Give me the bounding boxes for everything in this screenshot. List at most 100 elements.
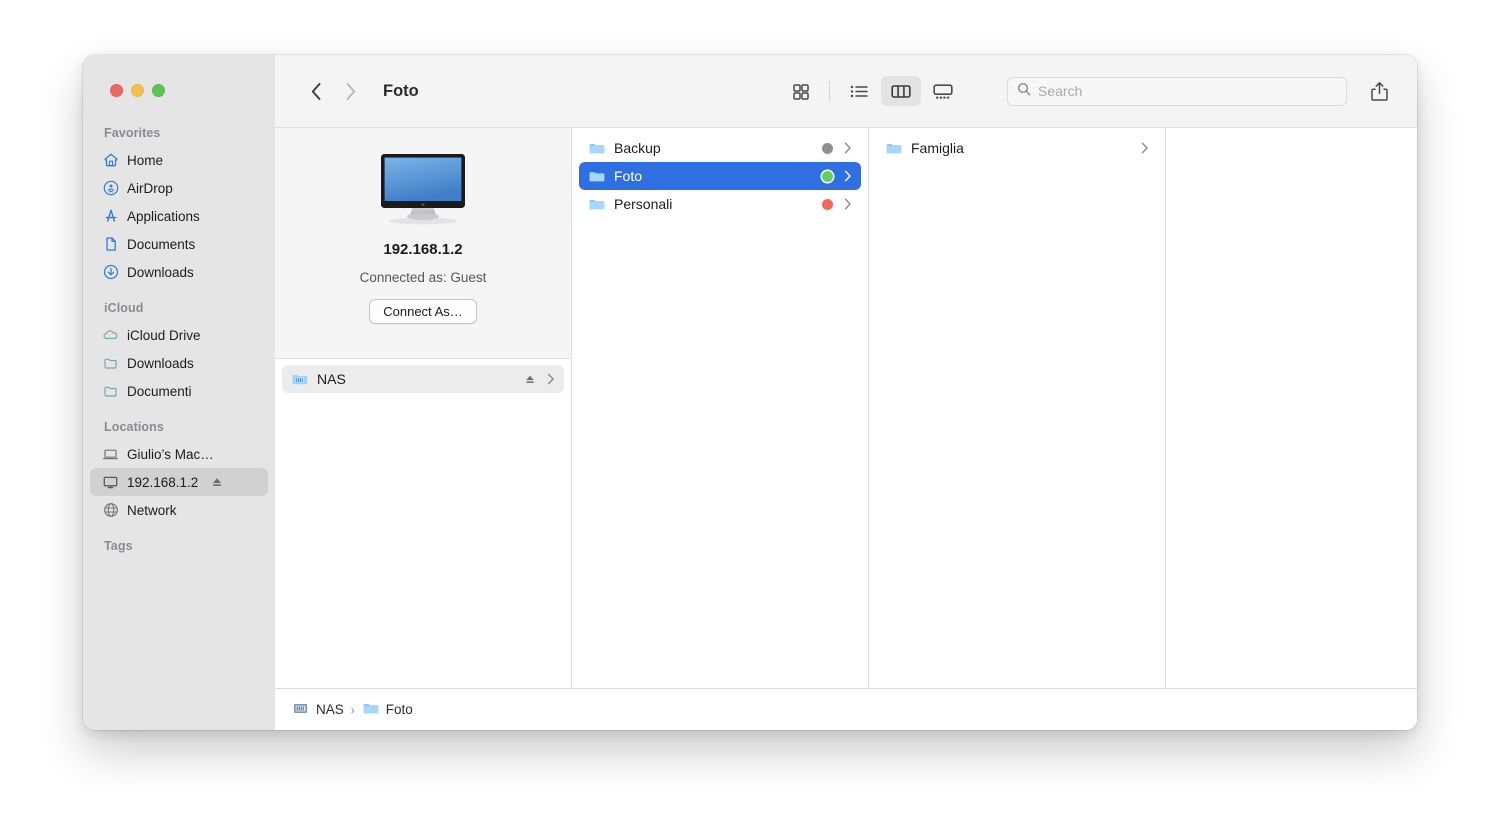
sidebar-group-tags: Tags (104, 539, 133, 553)
sidebar-item-label: Downloads (127, 264, 194, 280)
download-icon (102, 264, 119, 281)
back-button[interactable] (299, 76, 333, 106)
share-button[interactable] (1361, 76, 1397, 106)
sidebar-item-label: 192.168.1.2 (127, 474, 199, 490)
sidebar-item-icloud-documenti[interactable]: Documenti (90, 377, 268, 405)
sidebar-item-label: Applications (127, 208, 200, 224)
sidebar-item-giulios-mac[interactable]: Giulio’s Mac… (90, 440, 268, 468)
tag-dot (822, 170, 833, 182)
close-button[interactable] (110, 84, 123, 97)
folder-icon (588, 196, 605, 213)
sidebar: Favorites Home AirDrop Applications Docu… (83, 55, 275, 730)
pathbar-segment-foto[interactable]: Foto (362, 700, 413, 720)
eject-icon[interactable] (524, 373, 536, 385)
column-server: 192.168.1.2 Connected as: Guest Connect … (275, 128, 572, 688)
folder-label: Backup (614, 140, 661, 156)
house-icon (102, 152, 119, 169)
folder-row-foto[interactable]: Foto (579, 162, 861, 190)
folder-icon (588, 168, 605, 185)
chevron-right-icon (842, 142, 853, 154)
folder-icon (102, 383, 119, 400)
page-title: Foto (383, 81, 419, 100)
column-foto-contents: Famiglia (869, 128, 1166, 688)
sidebar-group-locations: Locations (104, 420, 164, 434)
sidebar-item-label: Network (127, 502, 177, 518)
sidebar-item-label: iCloud Drive (127, 327, 201, 343)
eject-icon[interactable] (211, 476, 223, 488)
column-nas-contents: Backup Foto Personali (572, 128, 869, 688)
sidebar-item-label: Documents (127, 236, 196, 252)
sidebar-item-applications[interactable]: Applications (90, 202, 268, 230)
column-browser: 192.168.1.2 Connected as: Guest Connect … (275, 128, 1417, 688)
search-input[interactable] (1038, 83, 1337, 99)
volume-label: NAS (317, 371, 346, 387)
sidebar-item-network[interactable]: Network (90, 496, 268, 524)
sidebar-group-favorites: Favorites (104, 126, 161, 140)
column-view-button[interactable] (881, 76, 921, 106)
list-view-button[interactable] (839, 76, 879, 106)
volume-row-nas[interactable]: NAS (282, 365, 564, 393)
display-icon (102, 474, 119, 491)
laptop-icon (102, 446, 119, 463)
sidebar-item-label: Documenti (127, 383, 192, 399)
chevron-right-icon (842, 170, 853, 182)
sidebar-item-192-168-1-2[interactable]: 192.168.1.2 (90, 468, 268, 496)
traffic-lights (110, 84, 165, 97)
nas-folder-icon (291, 371, 308, 388)
folder-icon (885, 140, 902, 157)
sidebar-item-home[interactable]: Home (90, 146, 268, 174)
toolbar-divider (829, 81, 830, 101)
tag-dot (822, 198, 833, 210)
sidebar-item-airdrop[interactable]: AirDrop (90, 174, 268, 202)
sidebar-group-icloud: iCloud (104, 301, 144, 315)
pathbar-separator: › (350, 702, 355, 717)
sidebar-item-documents[interactable]: Documents (90, 230, 268, 258)
server-preview: 192.168.1.2 Connected as: Guest Connect … (275, 128, 571, 359)
content-area: Foto Search 192.168.1.2 Connected as: Gu… (275, 55, 1417, 730)
chevron-right-icon (1139, 142, 1150, 154)
folder-row-personali[interactable]: Personali (579, 190, 861, 218)
sidebar-item-label: AirDrop (127, 180, 173, 196)
sidebar-item-label: Downloads (127, 355, 194, 371)
server-name: 192.168.1.2 (383, 241, 463, 258)
sidebar-item-icloud-drive[interactable]: iCloud Drive (90, 321, 268, 349)
applications-icon (102, 208, 119, 225)
maximize-button[interactable] (152, 84, 165, 97)
tag-dot (822, 142, 833, 154)
connection-status: Connected as: Guest (359, 270, 487, 285)
chevron-right-icon (842, 198, 853, 210)
nas-drive-icon (292, 700, 309, 720)
connect-as-button[interactable]: Connect As… (369, 299, 477, 324)
folder-label: Personali (614, 196, 673, 212)
sidebar-item-icloud-downloads[interactable]: Downloads (90, 349, 268, 377)
sidebar-item-label: Home (127, 152, 164, 168)
pathbar-label: Foto (385, 702, 413, 717)
search-icon (1017, 82, 1031, 101)
search-field[interactable] (1007, 76, 1347, 106)
folder-label: Famiglia (911, 140, 964, 156)
pathbar-segment-nas[interactable]: NAS (292, 700, 344, 720)
toolbar: Foto (275, 55, 1417, 128)
folder-row-famiglia[interactable]: Famiglia (876, 134, 1158, 162)
sidebar-item-downloads[interactable]: Downloads (90, 258, 268, 286)
display-icon (375, 150, 471, 233)
folder-label: Foto (614, 168, 643, 184)
airdrop-icon (102, 180, 119, 197)
chevron-right-icon (545, 373, 556, 385)
minimize-button[interactable] (131, 84, 144, 97)
folder-icon (588, 140, 605, 157)
folder-icon (102, 355, 119, 372)
view-mode-group (780, 76, 963, 106)
gallery-view-button[interactable] (923, 76, 963, 106)
icon-view-button[interactable] (780, 76, 820, 106)
folder-row-backup[interactable]: Backup (579, 134, 861, 162)
sidebar-item-label: Giulio’s Mac… (127, 446, 214, 462)
document-icon (102, 236, 119, 253)
pathbar-label: NAS (316, 702, 344, 717)
forward-button[interactable] (333, 76, 367, 106)
finder-window: Favorites Home AirDrop Applications Docu… (83, 55, 1417, 730)
globe-icon (102, 502, 119, 519)
folder-icon (362, 700, 379, 720)
cloud-icon (102, 327, 119, 344)
column-empty (1166, 128, 1417, 688)
